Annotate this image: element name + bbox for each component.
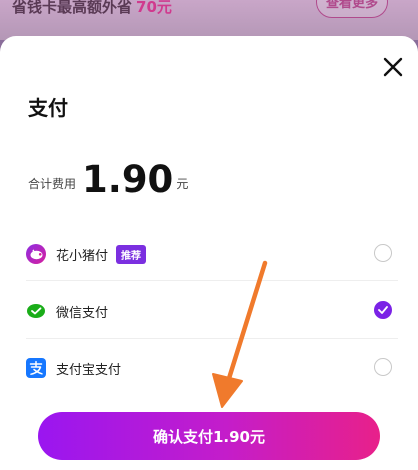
page-title: 支付	[28, 96, 68, 120]
promo-banner: 省钱卡最高额外省 70元 查看更多	[0, 0, 418, 40]
recommend-badge: 推荐	[116, 244, 147, 264]
promo-text: 省钱卡最高额外省 70元	[12, 0, 172, 17]
method-label: 支付宝支付	[56, 362, 122, 378]
payment-method-alipay[interactable]: 支付宝支付	[26, 344, 398, 392]
close-icon[interactable]	[382, 56, 404, 78]
total-row: 合计费用 1.90 元	[28, 160, 188, 200]
payment-sheet: 支付 合计费用 1.90 元 花小猪付 推荐 微信支付 支付宝支付	[0, 36, 418, 470]
pig-icon	[26, 244, 46, 264]
alipay-icon	[26, 358, 46, 378]
method-label: 花小猪付	[56, 248, 109, 264]
divider	[26, 338, 398, 339]
promo-amount: 70元	[136, 0, 172, 16]
radio-alipay[interactable]	[374, 358, 392, 376]
check-icon	[378, 306, 388, 314]
promo-text-label: 省钱卡最高额外省	[12, 0, 133, 16]
radio-wechat-selected[interactable]	[374, 301, 392, 319]
payment-method-wechat[interactable]: 微信支付	[26, 287, 398, 335]
wechat-pay-icon	[26, 301, 46, 321]
total-amount: 1.90	[82, 158, 174, 201]
divider	[26, 280, 398, 281]
confirm-payment-button[interactable]: 确认支付1.90元	[38, 412, 380, 460]
radio-huaxiaozhu[interactable]	[374, 244, 392, 262]
payment-method-huaxiaozhu[interactable]: 花小猪付 推荐	[26, 230, 398, 278]
view-more-button[interactable]: 查看更多	[316, 0, 388, 18]
method-label: 微信支付	[56, 305, 109, 321]
total-label: 合计费用	[28, 177, 77, 191]
total-unit: 元	[176, 177, 189, 191]
